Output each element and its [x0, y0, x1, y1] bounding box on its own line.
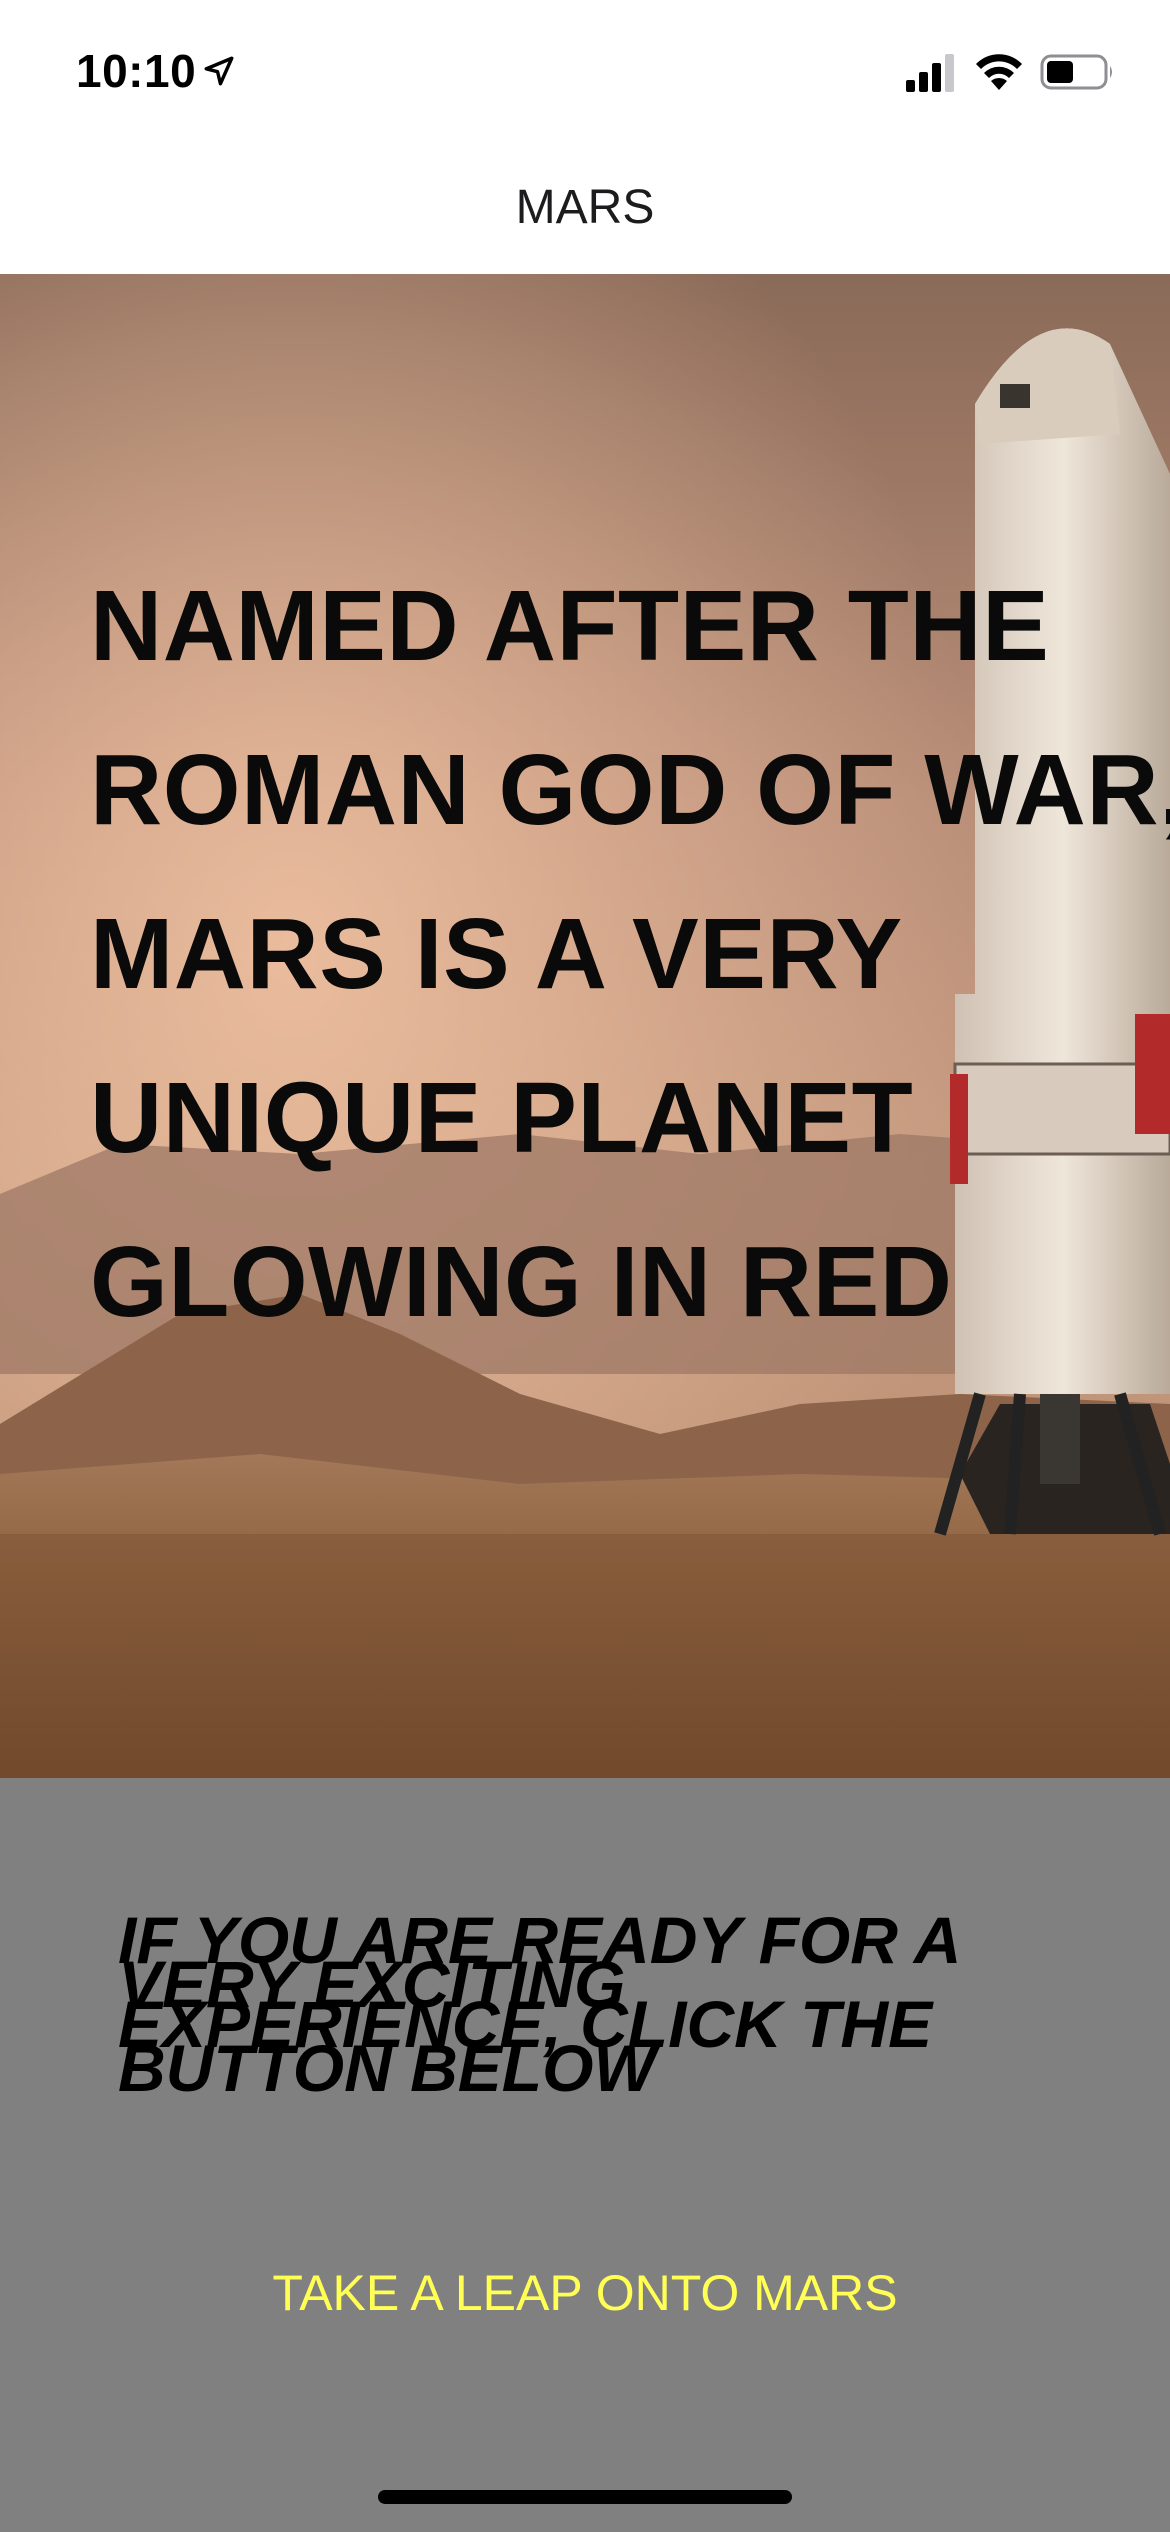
cellular-signal-icon	[906, 54, 954, 92]
mars-hero-image: NAMED AFTER THE ROMAN GOD OF WAR, MARS I…	[0, 274, 1170, 1778]
take-a-leap-button[interactable]: TAKE A LEAP ONTO MARS	[235, 2248, 935, 2338]
wifi-icon	[976, 54, 1022, 90]
hero-headline: NAMED AFTER THE ROMAN GOD OF WAR, MARS I…	[90, 570, 1170, 1338]
navigation-bar: MARS	[0, 140, 1170, 274]
battery-icon	[1040, 54, 1112, 90]
home-indicator[interactable]	[378, 2490, 792, 2504]
status-bar: 10:10	[0, 0, 1170, 140]
call-to-action-panel: IF YOU ARE READY FOR A EXPERIENCE, CLICK…	[0, 1778, 1170, 2532]
page-title: MARS	[515, 181, 655, 234]
prompt-text-b: VERY EXCITING BUTTON BELOW	[118, 1947, 656, 2105]
status-time: 10:10	[76, 45, 197, 97]
location-arrow-icon	[204, 56, 234, 86]
